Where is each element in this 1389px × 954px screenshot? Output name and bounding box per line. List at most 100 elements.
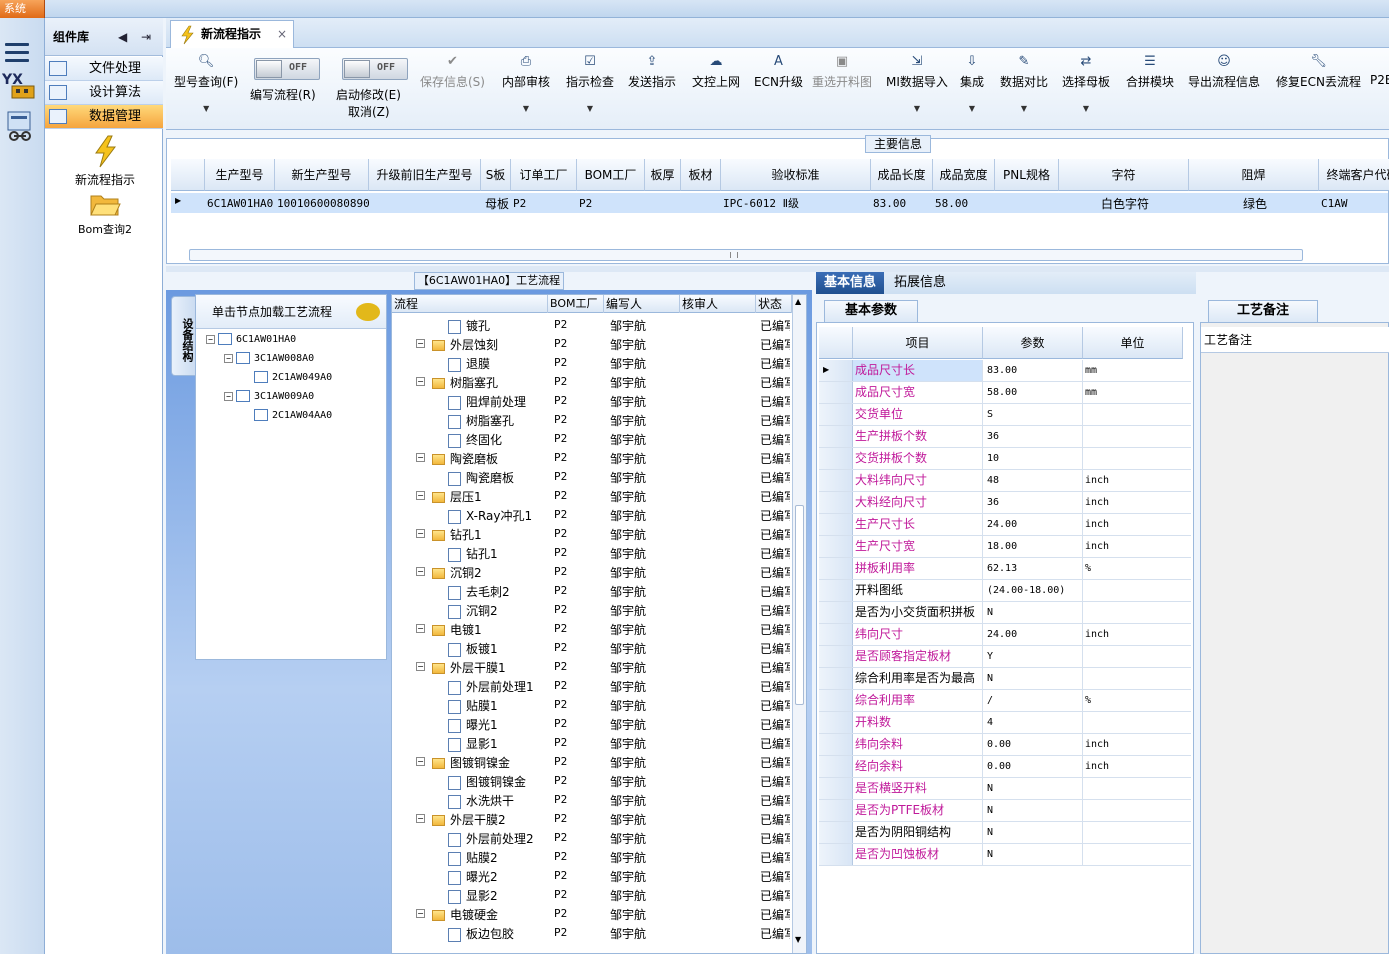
col-header[interactable]: 编写人: [604, 295, 680, 313]
param-row[interactable]: 纬向余料 0.00 inch: [819, 734, 1191, 756]
col-header[interactable]: 验收标准: [721, 159, 871, 191]
collapse-toggle[interactable]: −: [416, 567, 425, 576]
model-query-button[interactable]: 🔍︎ 型号查询(F) ▼: [174, 54, 238, 113]
table-row[interactable]: − 外层干膜1 P2 邹宇航 已编写: [392, 657, 792, 676]
col-header[interactable]: 成品宽度: [933, 159, 995, 191]
row-selector[interactable]: ▶: [819, 360, 853, 381]
table-row[interactable]: − 沉铜2 P2 邹宇航 已编写: [392, 562, 792, 581]
row-selector[interactable]: [819, 844, 853, 865]
pin-icon[interactable]: ⇥: [141, 18, 151, 56]
table-row[interactable]: 贴膜2 P2 邹宇航 已编写: [392, 847, 792, 866]
param-row[interactable]: 经向余料 0.00 inch: [819, 756, 1191, 778]
scroll-up-icon[interactable]: ▲: [795, 297, 801, 306]
repair-ecn-button[interactable]: 🔧︎ 修复ECN丢流程: [1276, 54, 1361, 90]
sidebar-item-data-management[interactable]: 数据管理: [45, 105, 163, 129]
param-row[interactable]: 综合利用率 /%: [819, 690, 1191, 712]
table-cell[interactable]: [997, 196, 1059, 212]
col-header[interactable]: PNL规格: [995, 159, 1059, 191]
dropdown-arrow-icon[interactable]: ▼: [502, 104, 550, 113]
sidebar-item-file-processing[interactable]: 文件处理: [45, 57, 163, 81]
table-row[interactable]: 陶瓷磨板 P2 邹宇航 已编写: [392, 467, 792, 486]
collapse-toggle[interactable]: −: [416, 814, 425, 823]
internal-review-button[interactable]: ⎙ 内部审核 ▼: [502, 54, 550, 113]
write-process-toggle[interactable]: OFF: [254, 58, 320, 80]
param-row[interactable]: 是否为小交货面积拼板 N: [819, 602, 1191, 624]
dropdown-arrow-icon[interactable]: ▼: [566, 104, 614, 113]
row-selector[interactable]: [819, 470, 853, 491]
collapse-toggle[interactable]: −: [416, 491, 425, 500]
horizontal-splitter[interactable]: [166, 266, 1389, 272]
param-value[interactable]: N: [983, 778, 1083, 799]
table-row[interactable]: − 钻孔1 P2 邹宇航 已编写: [392, 524, 792, 543]
param-value[interactable]: S: [983, 404, 1083, 425]
table-row[interactable]: 水洗烘干 P2 邹宇航 已编写: [392, 790, 792, 809]
table-row[interactable]: − 电镀1 P2 邹宇航 已编写: [392, 619, 792, 638]
table-cell[interactable]: 母板: [483, 196, 511, 212]
grid-corner[interactable]: [171, 159, 205, 191]
table-cell[interactable]: IPC-6012 Ⅱ级: [723, 196, 871, 212]
row-selector[interactable]: [819, 668, 853, 689]
save-info-button[interactable]: ✔ 保存信息(S): [420, 54, 485, 90]
param-row[interactable]: 开料数 4: [819, 712, 1191, 734]
col-header[interactable]: 状态: [756, 295, 792, 313]
table-cell[interactable]: [371, 196, 481, 212]
table-row[interactable]: 曝光2 P2 邹宇航 已编写: [392, 866, 792, 885]
param-value[interactable]: 18.00: [983, 536, 1083, 557]
tab-basic-info[interactable]: 基本信息: [816, 272, 885, 294]
grid-corner[interactable]: [819, 327, 853, 359]
tab-basic-params[interactable]: 基本参数: [824, 300, 918, 322]
export-process-button[interactable]: ☺ 导出流程信息: [1188, 54, 1260, 90]
table-row[interactable]: 树脂塞孔 P2 邹宇航 已编写: [392, 410, 792, 429]
table-row[interactable]: 板边包胶 P2 邹宇航 已编写: [392, 923, 792, 942]
table-row[interactable]: 曝光1 P2 邹宇航 已编写: [392, 714, 792, 733]
param-value[interactable]: N: [983, 602, 1083, 623]
col-header[interactable]: 字符: [1059, 159, 1189, 191]
param-row[interactable]: 大料经向尺寸 36 inch: [819, 492, 1191, 514]
row-selector[interactable]: [819, 800, 853, 821]
reselect-cutting-button[interactable]: ▣ 重选开料图: [812, 54, 872, 90]
dropdown-arrow-icon[interactable]: ▼: [960, 104, 984, 113]
table-row[interactable]: − 图镀铜镍金 P2 邹宇航 已编写: [392, 752, 792, 771]
table-cell[interactable]: 白色字符: [1061, 196, 1189, 212]
col-header[interactable]: 板厚: [645, 159, 681, 191]
table-row[interactable]: 镀孔 P2 邹宇航 已编写: [392, 315, 792, 334]
collapse-left-icon[interactable]: ◀: [118, 18, 127, 56]
menu-icon[interactable]: [5, 43, 29, 63]
table-cell[interactable]: 6C1AW01HA0: [207, 196, 275, 212]
param-value[interactable]: 62.13: [983, 558, 1083, 579]
tool-new-process[interactable]: 新流程指示: [55, 134, 155, 188]
param-value[interactable]: (24.00-18.00): [983, 580, 1083, 601]
param-value[interactable]: 36: [983, 492, 1083, 513]
row-selector[interactable]: [819, 734, 853, 755]
table-cell[interactable]: P2: [513, 196, 577, 212]
collapse-toggle[interactable]: −: [416, 662, 425, 671]
table-row[interactable]: 外层前处理1 P2 邹宇航 已编写: [392, 676, 792, 695]
horizontal-scrollbar[interactable]: [189, 249, 1303, 261]
col-header[interactable]: 订单工厂: [511, 159, 577, 191]
tab-extended-info[interactable]: 拓展信息: [886, 272, 954, 294]
collapse-toggle[interactable]: −: [416, 339, 425, 348]
table-cell[interactable]: [647, 196, 681, 212]
row-selector[interactable]: [819, 602, 853, 623]
param-value[interactable]: N: [983, 844, 1083, 865]
col-header[interactable]: 流程: [392, 295, 548, 313]
param-row[interactable]: 纬向尺寸 24.00 inch: [819, 624, 1191, 646]
tree-node[interactable]: 2C1AW04AA0: [254, 409, 332, 421]
dropdown-arrow-icon[interactable]: ▼: [1062, 104, 1110, 113]
row-selector[interactable]: [819, 404, 853, 425]
cancel-edit-label[interactable]: 取消(Z): [348, 103, 390, 120]
param-value[interactable]: Y: [983, 646, 1083, 667]
yx-logo-icon[interactable]: YX: [1, 66, 40, 100]
table-cell[interactable]: C1AW: [1321, 196, 1389, 212]
param-row[interactable]: 是否为凹蚀板材 N: [819, 844, 1191, 866]
param-row[interactable]: 是否为PTFE板材 N: [819, 800, 1191, 822]
param-row[interactable]: ▶ 成品尺寸长 83.00 mm: [819, 360, 1191, 382]
select-motherboard-button[interactable]: ⇄ 选择母板 ▼: [1062, 54, 1110, 113]
data-compare-button[interactable]: ✎ 数据对比 ▼: [1000, 54, 1048, 113]
scroll-thumb[interactable]: [795, 505, 804, 705]
table-row[interactable]: 钻孔1 P2 邹宇航 已编写: [392, 543, 792, 562]
row-selector[interactable]: [819, 492, 853, 513]
dropdown-arrow-icon[interactable]: ▼: [1000, 104, 1048, 113]
table-row[interactable]: 图镀铜镍金 P2 邹宇航 已编写: [392, 771, 792, 790]
collapse-toggle[interactable]: −: [416, 909, 425, 918]
